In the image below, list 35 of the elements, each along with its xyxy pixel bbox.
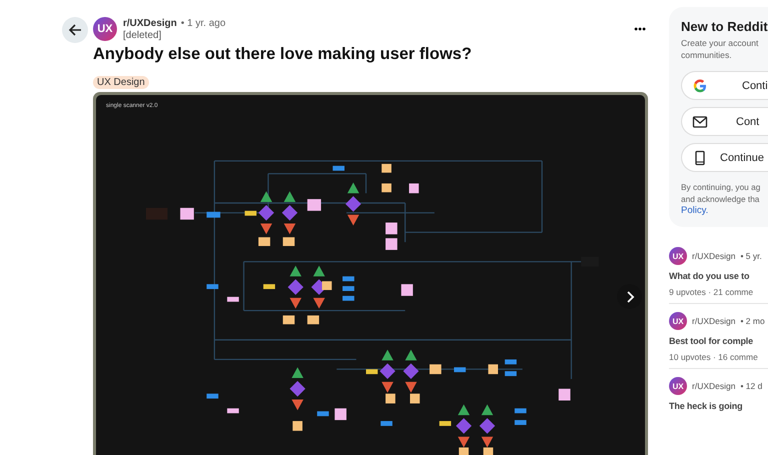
related-post-title[interactable]: What do you use to bbox=[669, 271, 750, 281]
back-button[interactable] bbox=[62, 17, 88, 43]
post-time: • 12 d bbox=[740, 381, 762, 391]
chevron-right-icon bbox=[624, 290, 634, 302]
post-stats: 9 upvotes · 21 comme bbox=[669, 287, 754, 297]
subreddit-avatar[interactable]: UX bbox=[93, 17, 117, 41]
post-time: • 5 yr. bbox=[740, 251, 762, 261]
subreddit-avatar[interactable]: UX bbox=[669, 247, 687, 265]
related-post-title[interactable]: Best tool for comple bbox=[669, 336, 754, 346]
card-text: Create your account bbox=[681, 37, 760, 49]
legal-text: By continuing, you ag bbox=[681, 181, 762, 193]
google-g-icon bbox=[692, 78, 708, 94]
more-icon bbox=[634, 27, 646, 31]
post-title: Anybody else out there love making user flows? bbox=[93, 45, 473, 64]
continue-button[interactable]: Cont bbox=[681, 107, 768, 136]
subreddit-link[interactable]: r/UXDesign bbox=[692, 251, 736, 261]
related-post-title[interactable]: The heck is going bbox=[669, 401, 742, 411]
subreddit-link[interactable]: r/UXDesign bbox=[123, 18, 177, 28]
author-name: [deleted] bbox=[123, 30, 162, 40]
post-time: • 1 yr. ago bbox=[180, 18, 226, 28]
continue-button[interactable]: Conti bbox=[681, 71, 768, 100]
envelope-icon bbox=[692, 114, 708, 130]
card-text: communities. bbox=[681, 49, 733, 61]
policy-link[interactable]: Policy. bbox=[681, 205, 708, 217]
flair-tag[interactable]: UX Design bbox=[93, 76, 149, 89]
subreddit-avatar[interactable]: UX bbox=[669, 312, 687, 330]
back-arrow-icon bbox=[68, 23, 82, 37]
legal-text: and acknowledge tha bbox=[681, 193, 760, 205]
continue-button[interactable]: Continue bbox=[681, 143, 768, 172]
post-time: • 2 mo bbox=[740, 316, 765, 326]
subreddit-avatar[interactable]: UX bbox=[669, 377, 687, 395]
subreddit-link[interactable]: r/UXDesign bbox=[692, 316, 736, 326]
subreddit-link[interactable]: r/UXDesign bbox=[692, 381, 736, 391]
card-title: New to Reddit bbox=[681, 19, 768, 34]
post-stats: 10 upvotes · 16 comme bbox=[669, 352, 759, 362]
